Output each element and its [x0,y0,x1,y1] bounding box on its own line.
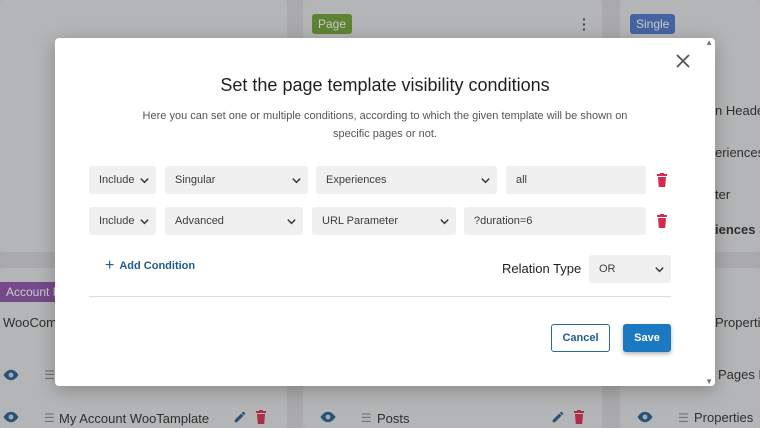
plus-icon: + [105,257,115,274]
chevron-down-icon [292,178,301,184]
save-button[interactable]: Save [623,324,671,352]
chevron-down-icon [481,178,490,184]
modal-description: Here you can set one or multiple conditi… [142,110,628,140]
condition-subject-select[interactable]: Experiences [316,166,497,194]
modal-title: Set the page template visibility conditi… [220,75,550,95]
condition-subject-value: Experiences [326,174,387,186]
condition-subject-value: URL Parameter [322,215,399,227]
cancel-button[interactable]: Cancel [551,324,610,352]
condition-mode-select[interactable]: Include [89,207,156,235]
divider [89,296,671,297]
condition-type-value: Advanced [175,215,224,227]
chevron-down-icon [140,219,149,225]
condition-value-input[interactable]: ?duration=6 [464,207,646,235]
chevron-down-icon [655,267,664,273]
relation-type-value: OR [599,263,616,275]
condition-mode-select[interactable]: Include [89,166,156,194]
condition-subject-select[interactable]: URL Parameter [312,207,456,235]
condition-mode-value: Include [99,215,135,227]
visibility-conditions-modal: ▲ ▼ Set the page template visibility con… [55,38,715,386]
close-icon[interactable] [675,53,691,69]
trash-icon[interactable] [656,214,668,228]
scroll-up-arrow-icon[interactable]: ▲ [705,38,713,47]
scroll-down-arrow-icon[interactable]: ▼ [705,377,713,386]
add-condition-button[interactable]: + Add Condition [105,257,196,274]
add-condition-label: Add Condition [119,260,196,272]
condition-type-select[interactable]: Singular [165,166,308,194]
relation-type-select[interactable]: OR [589,255,671,283]
chevron-down-icon [140,178,149,184]
condition-value-input[interactable]: all [506,166,646,194]
condition-type-select[interactable]: Advanced [165,207,303,235]
chevron-down-icon [287,219,296,225]
relation-type-label: Relation Type [502,261,582,276]
chevron-down-icon [440,219,449,225]
condition-mode-value: Include [99,174,135,186]
trash-icon[interactable] [656,173,668,187]
condition-type-value: Singular [175,174,216,186]
